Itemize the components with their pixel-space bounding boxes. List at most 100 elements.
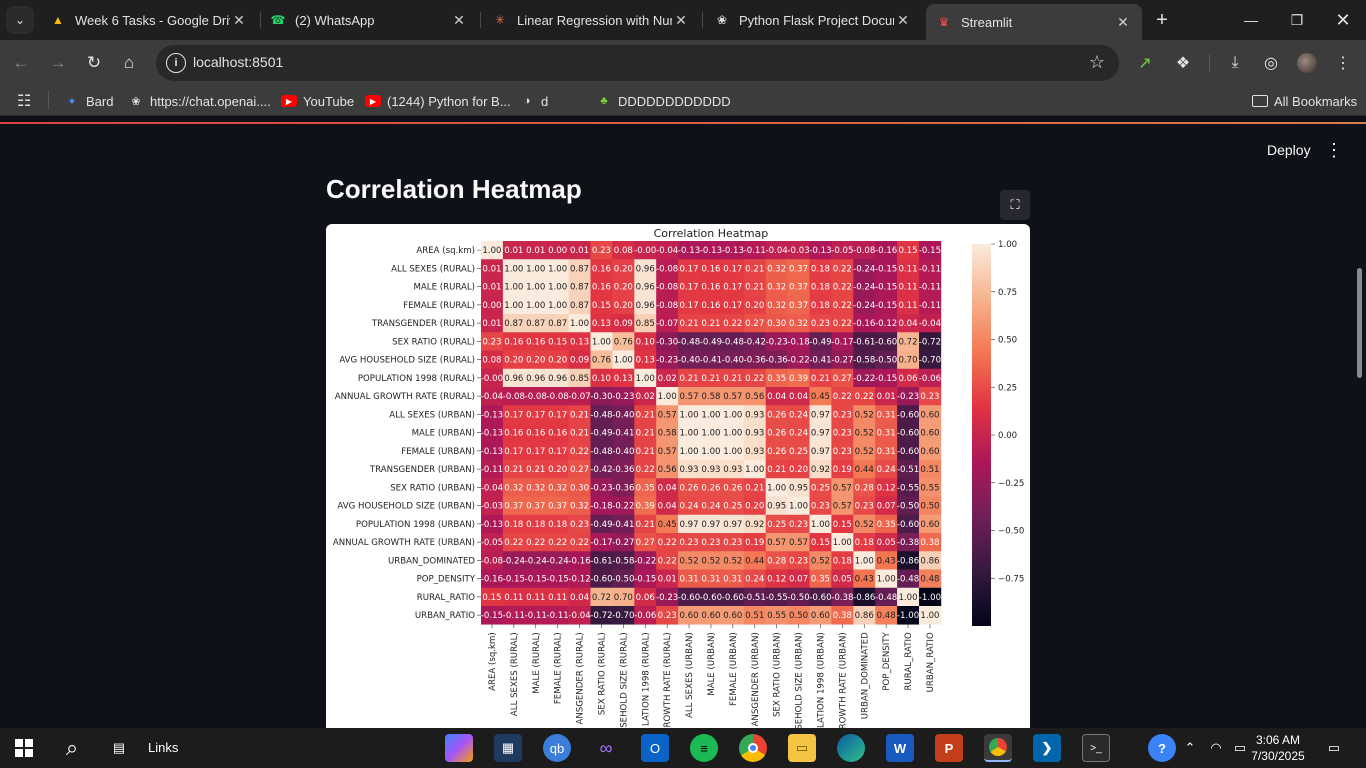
cell-value-label: -0.15 <box>919 246 941 256</box>
cell-value-label: 0.01 <box>877 392 896 402</box>
x-tick-label: FEMALE (RURAL) <box>554 632 564 704</box>
cell-value-label: 0.20 <box>745 502 764 512</box>
cell-value-label: 0.01 <box>482 283 501 293</box>
back-button[interactable]: ← <box>8 50 34 76</box>
minimize-button[interactable]: — <box>1228 0 1274 40</box>
forward-button[interactable]: → <box>45 50 71 76</box>
x-tick-label: AREA (sq.km) <box>488 632 498 691</box>
cell-value-label: 0.22 <box>570 538 589 548</box>
new-tab-button[interactable]: + <box>1150 8 1174 32</box>
cell-value-label: 0.28 <box>767 556 786 566</box>
extension-icon[interactable]: ↗ <box>1132 50 1158 76</box>
cell-value-label: 0.17 <box>526 447 545 457</box>
cell-value-label: -0.15 <box>875 264 897 274</box>
extensions-puzzle-icon[interactable]: ❖ <box>1170 50 1196 76</box>
tab-close-icon[interactable]: ✕ <box>230 12 248 29</box>
word-icon[interactable]: W <box>886 734 914 762</box>
fullscreen-button[interactable]: ⛶ <box>1000 190 1030 220</box>
cell-value-label: 0.87 <box>504 319 523 329</box>
copilot-icon[interactable] <box>445 734 473 762</box>
cell-value-label: 0.05 <box>877 538 896 548</box>
browser-tab[interactable]: ▲ Week 6 Tasks - Google Drive ✕ <box>40 4 258 36</box>
tab-search-button[interactable]: ⌄ <box>6 6 34 34</box>
page-scrollbar[interactable] <box>1357 268 1362 378</box>
cell-value-label: 0.06 <box>636 593 655 603</box>
file-explorer-icon[interactable]: ▭ <box>788 734 816 762</box>
downloads-icon[interactable]: ⤓ <box>1222 50 1248 76</box>
bookmark-item[interactable]: ❀ https://chat.openai.... <box>128 91 270 111</box>
cell-value-label: 0.32 <box>789 319 808 329</box>
terminal-icon[interactable]: >_ <box>1082 734 1110 762</box>
cell-value-label: -0.50 <box>875 356 897 366</box>
streamlit-menu-button[interactable]: ⋮ <box>1324 139 1344 161</box>
chevron-up-icon[interactable]: ⌃ <box>1176 734 1204 762</box>
powerpoint-icon[interactable]: P <box>935 734 963 762</box>
cell-value-label: 0.16 <box>701 301 720 311</box>
browser-tab[interactable]: ♛ Streamlit ✕ <box>926 4 1142 40</box>
bookmark-item[interactable]: ✦ Bard <box>64 91 113 111</box>
cell-value-label: 0.15 <box>898 246 917 256</box>
visual-studio-icon[interactable]: ∞ <box>592 734 620 762</box>
deploy-button[interactable]: Deploy <box>1258 140 1320 160</box>
home-icon: ⌂ <box>123 53 135 72</box>
bookmark-item[interactable]: ♣ DDDDDDDDDDDD <box>596 91 730 111</box>
cell-value-label: -0.13 <box>481 429 503 439</box>
browser-tab[interactable]: ✳ Linear Regression with Num ✕ <box>482 4 700 36</box>
bard-icon: ✦ <box>67 95 77 108</box>
cell-value-label: 0.95 <box>789 483 808 493</box>
site-info-icon[interactable]: i <box>166 53 186 73</box>
apps-button[interactable]: ☷ <box>17 91 31 111</box>
help-icon[interactable]: ? <box>1148 734 1176 762</box>
browser-tab[interactable]: ❀ Python Flask Project Docume ✕ <box>704 4 922 36</box>
cell-value-label: 0.16 <box>504 337 523 347</box>
cell-value-label: 0.96 <box>548 374 567 384</box>
tab-close-icon[interactable]: ✕ <box>450 12 468 29</box>
cell-value-label: -0.48 <box>875 593 897 603</box>
close-window-button[interactable]: ✕ <box>1320 0 1366 40</box>
profile-avatar[interactable] <box>1294 50 1320 76</box>
bookmark-star-icon[interactable]: ☆ <box>1089 52 1105 73</box>
tab-close-icon[interactable]: ✕ <box>672 12 690 29</box>
cell-value-label: 0.30 <box>767 319 786 329</box>
chrome-icon[interactable] <box>739 734 767 762</box>
chrome-active-icon[interactable] <box>984 734 1012 762</box>
vscode-icon[interactable]: ❯ <box>1033 734 1061 762</box>
search-button[interactable]: ⌕ <box>58 734 86 762</box>
performance-icon[interactable]: ◎ <box>1258 50 1284 76</box>
restore-button[interactable]: ❐ <box>1274 0 1320 40</box>
cell-value-label: 0.39 <box>789 374 808 384</box>
bookmark-item[interactable]: ▶ (1244) Python for B... <box>365 91 511 111</box>
all-bookmarks-button[interactable]: All Bookmarks <box>1252 91 1357 111</box>
reload-button[interactable]: ↻ <box>81 50 107 76</box>
home-button[interactable]: ⌂ <box>116 50 142 76</box>
cell-value-label: 0.21 <box>745 283 764 293</box>
colorbar-tick-label: 0.00 <box>998 431 1017 441</box>
cell-value-label: -0.06 <box>634 611 656 621</box>
tab-close-icon[interactable]: ✕ <box>894 12 912 29</box>
bookmark-item[interactable]: ◑ d <box>519 91 549 111</box>
links-toolbar-label[interactable]: Links <box>148 740 178 755</box>
notifications-icon[interactable]: ▭ <box>1320 734 1348 762</box>
address-bar[interactable]: i localhost:8501 ☆ <box>156 45 1119 81</box>
edge-icon[interactable] <box>837 734 865 762</box>
cell-value-label: -0.15 <box>875 374 897 384</box>
cell-value-label: 0.37 <box>789 264 808 274</box>
cell-value-label: 0.43 <box>877 556 896 566</box>
browser-menu-button[interactable]: ⋮ <box>1330 50 1356 76</box>
tab-close-icon[interactable]: ✕ <box>1114 14 1132 31</box>
task-view-button[interactable]: ▤ <box>105 734 133 762</box>
bookmark-item[interactable]: ▶ YouTube <box>281 91 354 111</box>
cell-value-label: -0.72 <box>919 337 941 347</box>
outlook-icon[interactable]: O <box>641 734 669 762</box>
cell-value-label: -0.22 <box>853 374 875 384</box>
cell-value-label: -0.60 <box>700 593 722 603</box>
qbittorrent-icon[interactable]: qb <box>543 734 571 762</box>
spotify-icon[interactable]: ≡ <box>690 734 718 762</box>
browser-tab[interactable]: ☎ (2) WhatsApp ✕ <box>260 4 478 36</box>
cell-value-label: 0.92 <box>745 520 764 530</box>
taskbar-clock[interactable]: 3:06 AM 7/30/2025 <box>1248 732 1308 764</box>
microsoft-store-icon[interactable]: ▦ <box>494 734 522 762</box>
cell-value-label: -0.48 <box>590 447 612 457</box>
start-button[interactable] <box>10 734 38 762</box>
cell-value-label: 0.18 <box>811 301 830 311</box>
